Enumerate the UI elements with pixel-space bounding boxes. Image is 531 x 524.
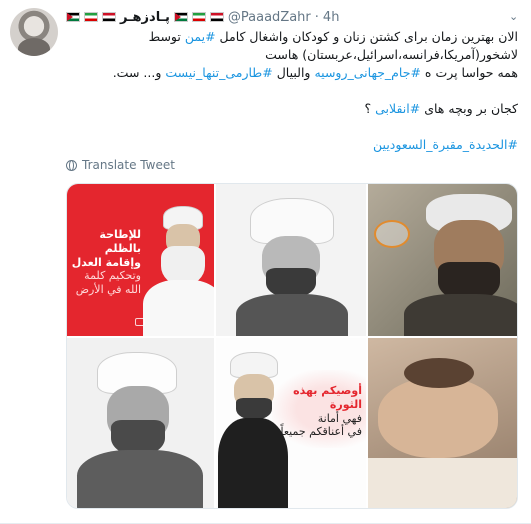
display-name[interactable]: پـادزهـر bbox=[120, 10, 170, 25]
tweet-text-segment: ؟ bbox=[364, 101, 372, 116]
portrait-beard bbox=[236, 398, 272, 420]
globe-icon bbox=[66, 159, 77, 171]
iran-flag-icon bbox=[84, 12, 98, 22]
photo-3[interactable] bbox=[368, 184, 517, 336]
tweet-text: الان بهترین زمان برای کشتن زنان و کودکان… bbox=[66, 28, 518, 154]
poster-line: في أعناقكم جميعاً bbox=[280, 425, 362, 439]
yemen-flag-icon bbox=[209, 12, 224, 22]
avatar[interactable] bbox=[10, 8, 58, 56]
photo-4[interactable] bbox=[67, 338, 214, 508]
tweet-text-segment: کجان بر وبچه های bbox=[424, 101, 518, 116]
hashtag-link[interactable]: #طارمی_تنها_نیست bbox=[165, 65, 272, 80]
photo-1[interactable]: للإطاحة بالظلم وإقامة العدل وتحكيم كلمة … bbox=[67, 184, 214, 336]
poster-line: للإطاحة بالظلم bbox=[99, 228, 141, 255]
tweet-text-segment: همه حواسا پرت ه bbox=[424, 65, 518, 80]
tweet[interactable]: پـادزهـر @PaaadZahr · 4h ⌄ الان بهترین ز… bbox=[0, 0, 531, 524]
bandage bbox=[368, 458, 517, 508]
tweet-text-segment: و... ست. bbox=[112, 65, 162, 80]
translate-label[interactable]: Translate Tweet bbox=[82, 158, 175, 172]
tweet-text-segment: الان بهترین زمان برای کشتن زنان و کودکان… bbox=[219, 29, 518, 44]
chevron-down-icon[interactable]: ⌄ bbox=[509, 10, 519, 23]
tweet-text-segment: توسط bbox=[148, 29, 181, 44]
user-handle[interactable]: @PaaadZahr bbox=[228, 10, 311, 25]
tweet-text-segment: والبیال bbox=[276, 65, 311, 80]
poster-line: فهي أمانة bbox=[317, 411, 362, 425]
portrait-robe bbox=[404, 294, 517, 336]
portrait-face bbox=[378, 378, 498, 458]
separator: · bbox=[314, 9, 319, 25]
media-grid[interactable]: للإطاحة بالظلم وإقامة العدل وتحكيم كلمة … bbox=[66, 183, 518, 509]
poster-line: الثورة bbox=[329, 397, 362, 411]
photo-6[interactable] bbox=[368, 338, 517, 508]
palestine-flag-icon bbox=[173, 12, 188, 22]
highlight-circle bbox=[374, 220, 410, 248]
poster-line: وإقامة العدل bbox=[71, 255, 141, 269]
tweet-header: پـادزهـر @PaaadZahr · 4h bbox=[66, 8, 339, 26]
palestine-flag-icon bbox=[66, 12, 80, 22]
tweet-text-segment: لاشخور(آمریکا،فرانسه،اسرائیل،عربستان) ها… bbox=[265, 47, 518, 62]
iran-flag-icon bbox=[191, 12, 206, 22]
poster-line: أوصيكم بهذه bbox=[293, 384, 362, 397]
poster-line: وتحكيم كلمة bbox=[84, 269, 141, 283]
translate-tweet-link[interactable]: Translate Tweet bbox=[66, 158, 175, 172]
logo-icon bbox=[135, 318, 145, 326]
yemen-flag-icon bbox=[102, 12, 116, 22]
hair bbox=[404, 358, 474, 388]
poster-caption: للإطاحة بالظلم وإقامة العدل وتحكيم كلمة … bbox=[71, 228, 141, 297]
photo-2[interactable] bbox=[216, 184, 366, 336]
portrait-robe bbox=[77, 450, 203, 508]
photo-5[interactable]: أوصيكم بهذه الثورة فهي أمانة في أعناقكم … bbox=[216, 338, 366, 508]
portrait-robe bbox=[143, 280, 214, 336]
hashtag-link[interactable]: #الحديدة_مقبرة_السعوديين bbox=[373, 137, 518, 152]
hashtag-link[interactable]: #جام_جهانی_روسیه bbox=[314, 65, 420, 80]
timestamp[interactable]: 4h bbox=[323, 10, 340, 25]
portrait-robe bbox=[236, 294, 348, 336]
hashtag-link[interactable]: #یمن bbox=[185, 29, 216, 44]
hashtag-link[interactable]: #انقلابی bbox=[375, 101, 420, 116]
poster-caption: أوصيكم بهذه الثورة فهي أمانة في أعناقكم … bbox=[276, 384, 362, 439]
poster-line: الله في الأرض bbox=[75, 283, 141, 296]
